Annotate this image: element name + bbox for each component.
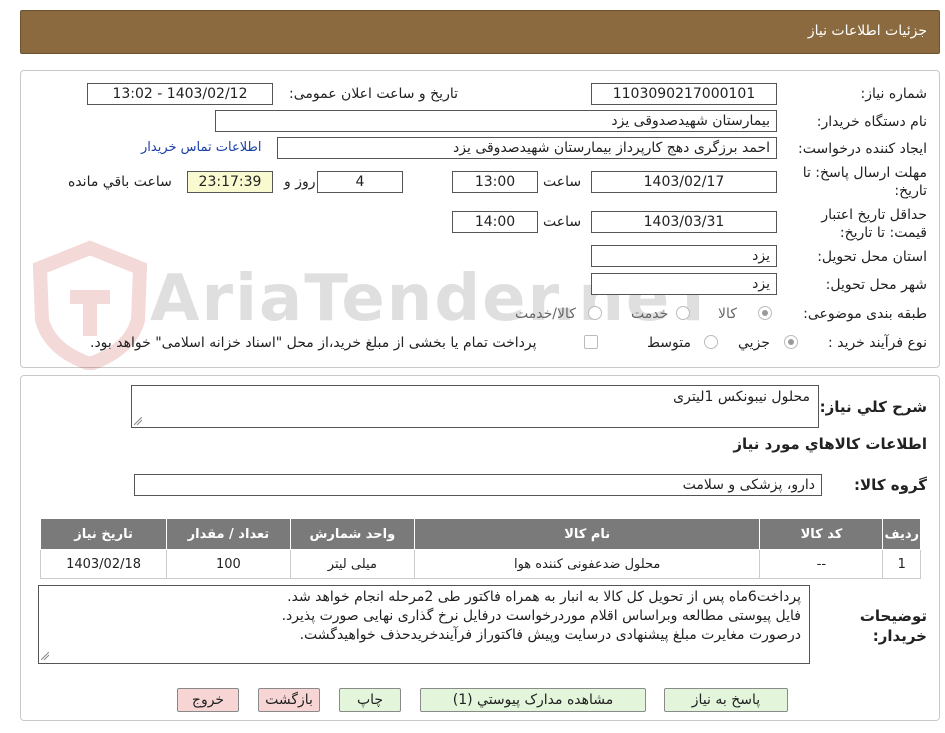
deadline-label: مهلت ارسال پاسخ: تا تاریخ: [802, 165, 927, 199]
days-label: روز و [284, 174, 316, 190]
cell-unit: میلی لیتر [289, 549, 415, 579]
buyer-notes-field: پرداخت6ماه پس از تحویل کل کالا به انبار … [38, 585, 810, 664]
buyer-contact-link[interactable]: اطلاعات تماس خریدار [141, 140, 261, 155]
back-button[interactable]: بازگشت [258, 688, 320, 712]
requester-field: احمد برزگری دهج کارپرداز بیمارستان شهیدص… [277, 137, 777, 159]
page-header: جزئیات اطلاعات نیاز [20, 10, 940, 54]
cell-code: -- [759, 549, 884, 579]
buyer-org-label: نام دستگاه خریدار: [816, 114, 927, 130]
deadline-date-field: 1403/02/17 [591, 171, 777, 193]
resize-handle-icon[interactable] [134, 417, 142, 425]
need-number-field: 1103090217000101 [591, 83, 777, 105]
col-qty: تعداد / مقدار [166, 518, 291, 550]
requester-label: ایجاد کننده درخواست: [798, 141, 927, 157]
cell-row: 1 [882, 549, 921, 579]
page-title: جزئیات اطلاعات نیاز [807, 23, 927, 39]
remaining-label: ساعت باقي مانده [68, 174, 172, 190]
goods-table: ردیف کد کالا نام کالا واحد شمارش تعداد /… [39, 518, 921, 579]
resize-handle-icon[interactable] [41, 652, 49, 660]
col-date: تاریخ نیاز [39, 518, 168, 550]
print-button[interactable]: چاپ [339, 688, 401, 712]
category-service-label: خدمت [631, 306, 669, 322]
purchase-type-label: نوع فرآیند خرید : [828, 335, 927, 351]
remaining-time-field: 23:17:39 [187, 171, 273, 193]
col-row: ردیف [882, 518, 921, 550]
validity-date-field: 1403/03/31 [591, 211, 777, 233]
cell-date: 1403/02/18 [39, 549, 168, 579]
goods-group-field: دارو، پزشکی و سلامت [134, 474, 822, 496]
category-goods-service-label: کالا/خدمت [515, 306, 576, 322]
category-goods-service-radio[interactable] [588, 306, 602, 320]
category-goods-label: کالا [718, 306, 737, 322]
exit-button[interactable]: خروج [177, 688, 239, 712]
table-row: 1 -- محلول ضدعفونی کننده هوا میلی لیتر 1… [39, 549, 921, 579]
reply-button[interactable]: پاسخ به نیاز [664, 688, 788, 712]
goods-group-label: گروه کالا: [854, 476, 927, 494]
need-number-label: شماره نیاز: [860, 86, 928, 102]
province-field: یزد [591, 245, 777, 267]
category-label: طبقه بندی موضوعی: [803, 306, 927, 322]
general-desc-field: محلول نیبونکس 1لیتری [131, 385, 819, 428]
buyer-note-line: درصورت مغایرت مبلغ پیشنهادی درسایت وپیش … [299, 627, 801, 643]
city-field: یزد [591, 273, 777, 295]
cell-name: محلول ضدعفونی کننده هوا [413, 549, 761, 579]
category-service-radio[interactable] [676, 306, 690, 320]
general-desc-text: محلول نیبونکس 1لیتری [673, 389, 810, 405]
payment-note: پرداخت تمام یا بخشی از مبلغ خرید،از محل … [90, 335, 537, 351]
buyer-notes-label: توضیحات خریدار: [859, 607, 927, 645]
col-name: نام کالا [413, 518, 761, 550]
goods-info-title: اطلاعات کالاهاي مورد نیاز [733, 435, 927, 453]
city-label: شهر محل تحویل: [825, 277, 927, 293]
announce-datetime-field: 1403/02/12 - 13:02 [87, 83, 273, 105]
days-remaining-field: 4 [317, 171, 403, 193]
buyer-note-line: فایل پیوستی مطالعه وبراساس اقلام موردرخو… [281, 608, 801, 624]
buyer-note-line: پرداخت6ماه پس از تحویل کل کالا به انبار … [287, 589, 801, 605]
province-label: استان محل تحویل: [817, 249, 927, 265]
validity-label: حداقل تاریخ اعتبار قیمت: تا تاریخ: [821, 207, 927, 241]
purchase-minor-radio[interactable] [784, 335, 798, 349]
view-attachments-button[interactable]: مشاهده مدارک پیوستي (1) [420, 688, 646, 712]
category-goods-radio[interactable] [758, 306, 772, 320]
deadline-time-label: ساعت [543, 174, 582, 190]
general-desc-label: شرح کلي نیاز: [819, 398, 927, 416]
col-unit: واحد شمارش [289, 518, 415, 550]
buyer-org-field: بیمارستان شهیدصدوقی یزد [215, 110, 777, 132]
col-code: کد کالا [759, 518, 884, 550]
purchase-minor-label: جزیي [738, 335, 770, 351]
treasury-payment-checkbox[interactable] [584, 335, 598, 349]
cell-qty: 100 [166, 549, 291, 579]
table-header-row: ردیف کد کالا نام کالا واحد شمارش تعداد /… [39, 518, 921, 550]
purchase-medium-radio[interactable] [704, 335, 718, 349]
announce-label: تاریخ و ساعت اعلان عمومی: [289, 86, 458, 102]
deadline-time-field: 13:00 [452, 171, 538, 193]
purchase-medium-label: متوسط [647, 335, 691, 351]
validity-time-label: ساعت [543, 214, 582, 230]
validity-time-field: 14:00 [452, 211, 538, 233]
